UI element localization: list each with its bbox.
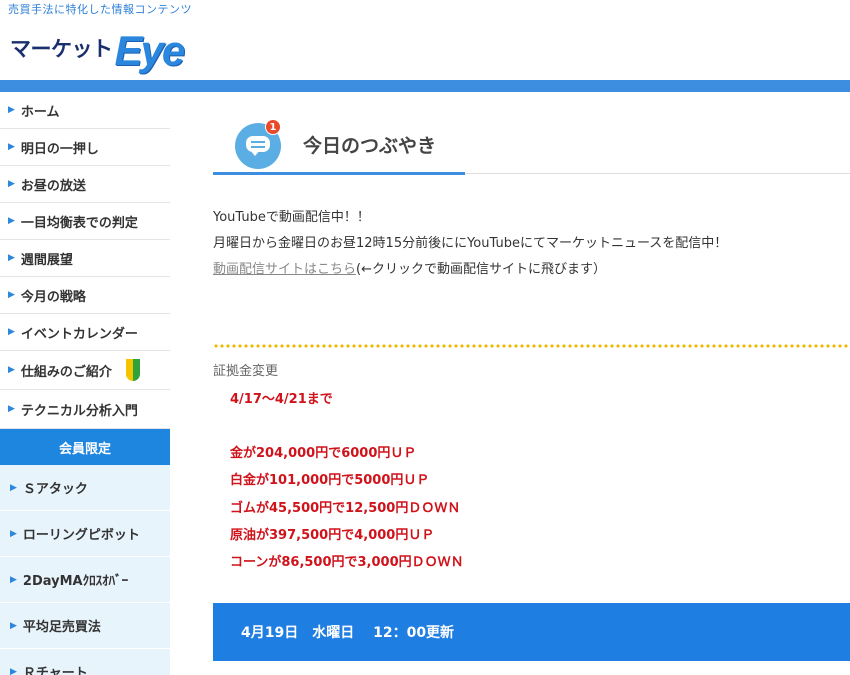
arrow-right-icon: ▶ <box>10 620 17 631</box>
arrow-right-icon: ▶ <box>10 574 17 585</box>
sidebar-nav: ▶ ホーム ▶ 明日の一押し ▶ お昼の放送 ▶ 一目均衡表での判定 ▶ 週間展望 ▶ 今月… <box>0 92 170 675</box>
arrow-right-icon: ▶ <box>8 105 15 115</box>
arrow-right-icon: ▶ <box>8 365 15 375</box>
sidebar-item-s-attack[interactable]: ▶ Ｓアタック <box>0 465 170 511</box>
arrow-right-icon: ▶ <box>8 179 15 189</box>
sidebar-item-technical-intro[interactable]: ▶ テクニカル分析入門 <box>0 390 170 429</box>
sidebar-item-label: Ｒチャート <box>22 666 88 675</box>
sidebar-item-label: お昼の放送 <box>20 178 86 194</box>
message-line-1: YouTubeで動画配信中！！ <box>213 210 370 225</box>
message-line-2: 月曜日から金曜日のお昼12時15分前後ににYouTubeにてマーケットニュースを… <box>213 236 728 251</box>
sidebar-item-label: イベントカレンダー <box>20 326 138 342</box>
sidebar-item-how-it-works[interactable]: ▶ 仕組みのご紹介 <box>0 351 170 390</box>
site-tagline: 売買手法に特化した情報コンテンツ <box>8 3 192 16</box>
arrow-right-icon: ▶ <box>8 404 15 414</box>
sidebar-item-home[interactable]: ▶ ホーム <box>0 92 170 129</box>
sidebar-item-label: テクニカル分析入門 <box>20 403 138 419</box>
header-bar <box>0 80 850 92</box>
sidebar-item-label: 今月の戦略 <box>20 289 86 305</box>
arrow-right-icon: ▶ <box>8 216 15 226</box>
sidebar-item-heikin-ashi[interactable]: ▶ 平均足売買法 <box>0 603 170 649</box>
update-timestamp-bar: 4月19日 水曜日 12：00更新 <box>213 603 850 661</box>
arrow-right-icon: ▶ <box>10 528 17 539</box>
sidebar-item-tomorrow-pick[interactable]: ▶ 明日の一押し <box>0 129 170 166</box>
list-item: 原油が397,500円で4,000円ＵＰ <box>230 527 435 543</box>
sidebar-item-2day-ma-crossover[interactable]: ▶ 2DayMAｸﾛｽｵﾊﾞｰ <box>0 557 170 603</box>
list-item: コーンが86,500円で3,000円ＤＯＷＮ <box>230 555 464 571</box>
sidebar-item-rolling-pivot[interactable]: ▶ ローリングピボット <box>0 511 170 557</box>
sidebar-item-noon-broadcast[interactable]: ▶ お昼の放送 <box>0 166 170 203</box>
margin-change-label: 証拠金変更 <box>213 364 279 379</box>
arrow-right-icon: ▶ <box>8 253 15 263</box>
sidebar-item-event-calendar[interactable]: ▶ イベントカレンダー <box>0 314 170 351</box>
margin-change-list: 金が204,000円で6000円ＵＰ 白金が101,000円で5000円ＵＰ ゴ… <box>230 440 464 576</box>
arrow-right-icon: ▶ <box>8 290 15 300</box>
site-logo[interactable]: マーケット Eye <box>10 22 186 74</box>
list-item: 金が204,000円で6000円ＵＰ <box>230 446 417 461</box>
sidebar-item-label: ホーム <box>20 104 60 120</box>
list-item: ゴムが45,500円で12,500円ＤＯＷＮ <box>230 500 461 516</box>
youtube-message: YouTubeで動画配信中！！ 月曜日から金曜日のお昼12時15分前後ににYou… <box>213 205 727 283</box>
sidebar-item-label: 明日の一押し <box>20 141 99 157</box>
page-heading: 1 今日のつぶやき <box>213 114 436 174</box>
sidebar-item-label: 2DayMAｸﾛｽｵﾊﾞｰ <box>22 574 129 589</box>
arrow-right-icon: ▶ <box>10 482 17 493</box>
heading-divider <box>465 173 850 174</box>
sidebar-item-ichimoku[interactable]: ▶ 一目均衡表での判定 <box>0 203 170 240</box>
members-only-header: 会員限定 <box>0 429 170 465</box>
arrow-right-icon: ▶ <box>8 142 15 152</box>
arrow-right-icon: ▶ <box>8 327 15 337</box>
sidebar-item-r-chart[interactable]: ▶ Ｒチャート <box>0 649 170 675</box>
dotted-divider <box>213 344 850 348</box>
arrow-right-icon: ▶ <box>10 666 17 675</box>
sidebar-item-label: 週間展望 <box>20 252 73 268</box>
logo-eye: Eye <box>114 27 186 74</box>
sidebar-item-label: 一目均衡表での判定 <box>20 215 138 231</box>
link-note: (←クリックで動画配信サイトに飛びます） <box>356 262 606 277</box>
sidebar-item-label: ローリングピボット <box>22 528 140 543</box>
notification-badge: 1 <box>265 119 281 135</box>
sidebar-item-monthly-strategy[interactable]: ▶ 今月の戦略 <box>0 277 170 314</box>
margin-date-range: 4/17～4/21まで <box>230 392 333 407</box>
video-site-link[interactable]: 動画配信サイトはこちら <box>213 262 356 277</box>
logo-text: マーケット <box>10 37 113 61</box>
sidebar-item-label: 平均足売買法 <box>22 620 101 635</box>
page-title: 今日のつぶやき <box>303 134 437 157</box>
sidebar-item-weekly-outlook[interactable]: ▶ 週間展望 <box>0 240 170 277</box>
chat-bubble-icon: 1 <box>235 119 285 169</box>
beginner-mark-icon <box>125 359 140 381</box>
list-item: 白金が101,000円で5000円ＵＰ <box>230 473 430 489</box>
sidebar-item-label: Ｓアタック <box>22 482 88 497</box>
sidebar-item-label: 仕組みのご紹介 <box>20 364 112 380</box>
heading-underline <box>213 172 465 175</box>
